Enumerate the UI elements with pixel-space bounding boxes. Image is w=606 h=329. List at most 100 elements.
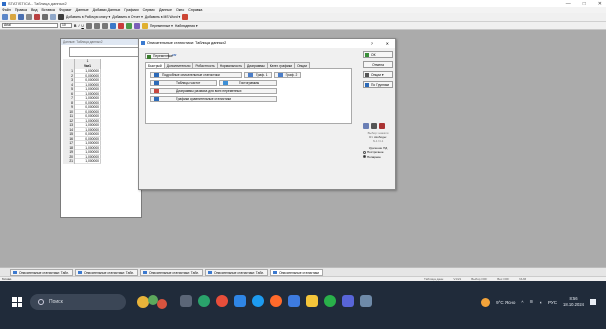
font-size-select[interactable]: 10 (60, 23, 72, 28)
document-tab[interactable]: Описательные статистики: Табл. (205, 268, 269, 276)
edge-icon[interactable] (198, 295, 210, 307)
weather-icon[interactable] (481, 297, 491, 307)
app-icon-blue[interactable] (252, 295, 264, 307)
pairwise-radio[interactable]: Попарное (363, 155, 393, 160)
file-explorer-icon[interactable] (306, 295, 318, 307)
table-row[interactable]: 21 1,000000 (63, 159, 141, 164)
paste-icon[interactable] (50, 14, 56, 20)
graph1-button[interactable]: Граф. 1 (244, 72, 272, 78)
minimize-button[interactable]: — (566, 1, 571, 7)
app-icon-purple[interactable] (342, 295, 354, 307)
document-tab-label: Описательные статистики: Табл. (149, 270, 200, 275)
save-icon[interactable] (18, 14, 24, 20)
cut-icon[interactable] (34, 14, 40, 20)
menu-item[interactable]: Данные (76, 8, 89, 12)
align-center-icon[interactable] (93, 22, 100, 29)
cases-menu[interactable]: Наблюдения ▾ (175, 24, 198, 28)
df-options[interactable]: N-1 N-1 (363, 139, 393, 143)
menu-item[interactable]: Вставка (42, 8, 55, 12)
notifications-icon[interactable] (590, 299, 596, 305)
close-button[interactable]: ✕ (598, 1, 602, 7)
histograms-button[interactable]: Гистограммы (219, 80, 277, 86)
add-to-report-button[interactable]: Добавить в Отчет ▾ (112, 15, 143, 19)
print-icon[interactable] (26, 14, 32, 20)
add-to-workbook-button[interactable]: Добавить в Рабочую книгу ▾ (66, 15, 110, 19)
sort-icon[interactable] (125, 22, 132, 29)
menu-item[interactable]: Добавки Данных (93, 8, 121, 12)
filter-icon[interactable] (379, 123, 385, 129)
chrome-icon[interactable] (216, 295, 228, 307)
ok-button[interactable]: ОК (363, 51, 393, 58)
table-icon (154, 81, 159, 85)
whatsapp-icon[interactable] (324, 295, 336, 307)
weather-text[interactable]: 9°C Ясно (496, 300, 515, 305)
options-button[interactable]: Опции ▾ (363, 71, 393, 78)
menu-item[interactable]: Файл (2, 8, 11, 12)
data-grid[interactable]: 1 Var1 1 1,000000 2 0,000000 3 0,000000 4 1,000… (63, 59, 141, 164)
find-icon[interactable] (58, 14, 64, 20)
copy-icon[interactable] (42, 14, 48, 20)
menu-item[interactable]: Окно (176, 8, 184, 12)
new-icon[interactable] (2, 14, 8, 20)
document-tab[interactable]: Описательные статистики: Табл. (75, 268, 139, 276)
select-cases-icon[interactable] (141, 22, 148, 29)
format-icon[interactable] (133, 22, 140, 29)
menu-item[interactable]: Сервис (143, 8, 155, 12)
italic-icon[interactable]: I (78, 24, 79, 28)
volume-icon[interactable]: ◖ (539, 300, 542, 305)
dialog-close-button[interactable]: ✕ (386, 39, 389, 48)
document-tab[interactable]: Описательные статистики: Табл. (140, 268, 204, 276)
document-tab-label: Описательные статистики (279, 270, 319, 275)
statistica-icon[interactable] (360, 295, 372, 307)
spreadsheet-window[interactable]: Данные: Таблица данных2 1 Var1 1 1,000000… (60, 38, 142, 218)
mail-icon[interactable] (288, 295, 300, 307)
detailed-stats-button[interactable]: Подробные описательные статистики (150, 72, 242, 78)
menu-item[interactable]: Правка (15, 8, 27, 12)
font-name-select[interactable]: Arial (2, 23, 58, 28)
menu-item[interactable]: Графики (124, 8, 138, 12)
taskbar-search[interactable]: Поиск (30, 294, 126, 310)
menu-item[interactable]: Справка (188, 8, 202, 12)
firefox-icon[interactable] (270, 295, 282, 307)
font-color-icon[interactable] (117, 22, 124, 29)
fill-color-icon[interactable] (109, 22, 116, 29)
align-right-icon[interactable] (101, 22, 108, 29)
open-icon[interactable] (10, 14, 16, 20)
browser-icon[interactable] (234, 295, 246, 307)
cancel-button[interactable]: Отмена (363, 61, 393, 68)
wifi-icon[interactable]: ≋ (530, 299, 534, 305)
tray-chevron-icon[interactable]: ^ (521, 300, 523, 305)
menu-item[interactable]: Вид (31, 8, 38, 12)
statistics-icon[interactable] (182, 14, 189, 20)
document-tab[interactable]: Описательные статистики: Табл. (10, 268, 74, 276)
table-cell[interactable]: 1,000000 (75, 159, 101, 164)
select-vars-icon[interactable] (363, 123, 369, 129)
menu-item[interactable]: Формат (59, 8, 72, 12)
frequency-tables-button[interactable]: Таблицы частот (150, 80, 217, 86)
underline-icon[interactable]: U (81, 24, 83, 28)
align-left-icon[interactable] (85, 22, 92, 29)
clock[interactable]: 8:56 18.10.2024 (563, 296, 584, 308)
add-to-word-button[interactable]: Добавить в MS Word ▾ (145, 15, 180, 19)
boxplot-icon (154, 89, 159, 93)
menu-item[interactable]: Данные (159, 8, 172, 12)
variables-menu[interactable]: Переменные ▾ (150, 24, 173, 28)
compare-stats-button[interactable]: Графики сравнительные статистики (150, 96, 277, 102)
task-view-icon[interactable] (180, 295, 192, 307)
maximize-button[interactable]: □ (583, 1, 586, 7)
variables-button[interactable]: Переменные (145, 53, 173, 59)
document-tab[interactable]: Описательные статистики (270, 268, 323, 276)
workbook-icon (13, 271, 17, 274)
spreadsheet-header-box (69, 47, 139, 57)
help-button[interactable]: ? (371, 39, 373, 48)
dialog-title: Описательные статистики: Таблица данных2 (147, 41, 227, 45)
weight-icon[interactable] (371, 123, 377, 129)
app-icon (2, 1, 6, 6)
bold-icon[interactable]: B (74, 24, 76, 28)
graph2-button[interactable]: Граф. 2 (273, 72, 302, 78)
start-button[interactable] (12, 297, 22, 307)
box-plots-all-button[interactable]: Диаграммы размаха для всех переменных (150, 88, 277, 94)
by-group-button[interactable]: По Группам (363, 81, 393, 88)
language-indicator[interactable]: РУС (548, 300, 557, 305)
row-number[interactable]: 21 (63, 159, 75, 164)
